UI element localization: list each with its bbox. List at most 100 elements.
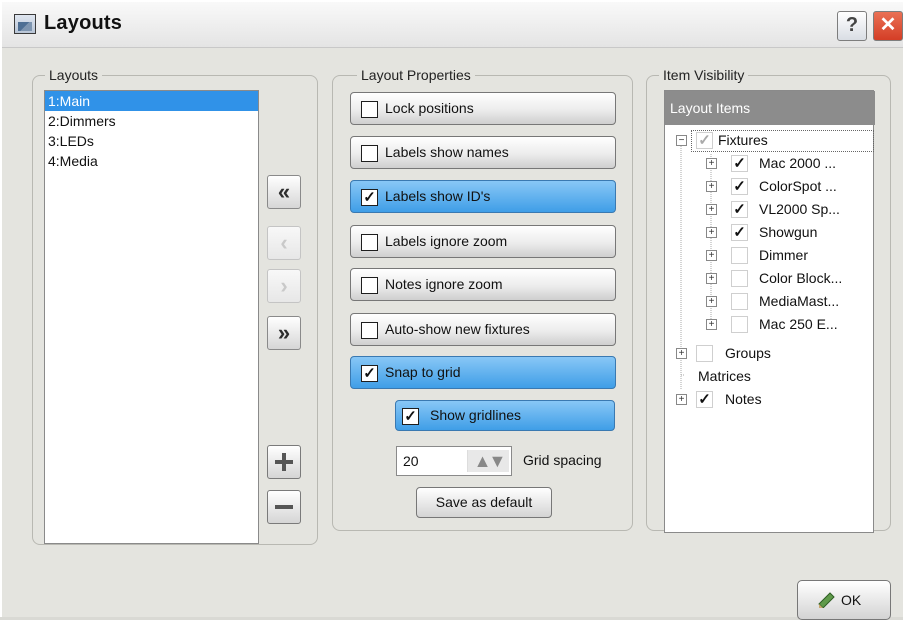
remove-layout-button[interactable]	[267, 490, 301, 524]
visibility-checkbox[interactable]: ✓	[696, 132, 713, 149]
layouts-app-icon	[14, 14, 36, 34]
visibility-checkbox[interactable]	[696, 345, 713, 362]
visibility-checkbox[interactable]	[731, 270, 748, 287]
title-bar: Layouts ? ✕	[2, 2, 903, 48]
show-gridlines-label: Show gridlines	[430, 407, 522, 423]
visibility-checkbox[interactable]: ✓	[731, 155, 748, 172]
tree-row[interactable]: + ✓ VL2000 Sp...	[665, 199, 875, 221]
expand-icon[interactable]: +	[676, 394, 687, 405]
tree-item-label: MediaMast...	[759, 293, 840, 309]
show-gridlines-toggle[interactable]: ✓ Show gridlines	[395, 400, 615, 431]
property-label: Auto-show new fixtures	[385, 321, 530, 337]
property-label: Labels show ID's	[385, 188, 491, 204]
property-label: Snap to grid	[385, 364, 461, 380]
item-visibility-label: Item Visibility	[659, 67, 749, 83]
move-first-button[interactable]: «	[267, 175, 301, 209]
property-checkbox[interactable]	[361, 322, 378, 339]
tree-row[interactable]: + MediaMast...	[665, 291, 875, 313]
layouts-dialog: Layouts ? ✕ Layouts 1:Main 2:Dimmers 3:LED…	[0, 0, 903, 620]
tree-item-label: Notes	[725, 391, 762, 407]
property-toggle[interactable]: ✓ Snap to grid	[350, 356, 616, 389]
visibility-checkbox[interactable]	[731, 316, 748, 333]
grid-spacing-stepper[interactable]: 20 ▲▼	[396, 446, 512, 476]
tree-row[interactable]: + Groups	[665, 343, 875, 365]
tree-item-label: Showgun	[759, 224, 818, 240]
collapse-icon[interactable]: −	[676, 135, 687, 146]
property-toggle[interactable]: ✓ Labels show ID's	[350, 180, 616, 213]
tree-row[interactable]: − ✓ Fixtures	[665, 130, 875, 152]
expand-icon[interactable]: +	[676, 348, 687, 359]
tree-item-label: Mac 2000 ...	[759, 155, 837, 171]
layout-items-tree[interactable]: Layout Items − ✓ Fixtures + ✓ Mac 2000 ... + ✓ C…	[664, 90, 875, 533]
tree-row[interactable]: + ✓ Notes	[665, 389, 875, 411]
tree-row[interactable]: + ✓ Mac 2000 ...	[665, 153, 875, 175]
property-checkbox[interactable]	[361, 101, 378, 118]
window-title: Layouts	[44, 12, 123, 34]
tree-row[interactable]: + Dimmer	[665, 245, 875, 267]
save-as-default-button[interactable]: Save as default	[416, 487, 552, 518]
property-toggle[interactable]: Labels show names	[350, 136, 616, 169]
property-checkbox[interactable]	[361, 145, 378, 162]
layouts-list[interactable]: 1:Main 2:Dimmers 3:LEDs 4:Media	[44, 90, 259, 544]
list-item[interactable]: 4:Media	[45, 151, 258, 171]
expand-icon[interactable]: +	[706, 158, 717, 169]
chevron-left-icon: ‹	[280, 230, 288, 255]
layouts-group-label: Layouts	[45, 67, 103, 83]
move-last-button[interactable]: »	[267, 316, 301, 350]
spin-arrows-icon[interactable]: ▲▼	[467, 450, 509, 472]
double-chevron-left-icon: «	[277, 179, 291, 204]
visibility-checkbox[interactable]	[731, 293, 748, 310]
property-toggle[interactable]: Auto-show new fixtures	[350, 313, 616, 346]
expand-icon[interactable]: +	[706, 181, 717, 192]
property-checkbox[interactable]	[361, 277, 378, 294]
tree-row[interactable]: + Mac 250 E...	[665, 314, 875, 336]
property-checkbox[interactable]: ✓	[361, 189, 378, 206]
property-checkbox[interactable]: ✓	[361, 365, 378, 382]
visibility-checkbox[interactable]: ✓	[696, 391, 713, 408]
expand-icon[interactable]: +	[706, 250, 717, 261]
property-label: Notes ignore zoom	[385, 276, 503, 292]
ok-button[interactable]: OK	[797, 580, 891, 620]
ok-label: OK	[841, 592, 862, 608]
property-toggle[interactable]: Notes ignore zoom	[350, 268, 616, 301]
tree-item-label: Groups	[725, 345, 771, 361]
tree-row[interactable]: + ✓ Showgun	[665, 222, 875, 244]
ok-pencil-icon	[818, 592, 835, 608]
double-chevron-right-icon: »	[277, 320, 291, 345]
close-button[interactable]: ✕	[873, 11, 903, 41]
property-toggle[interactable]: Lock positions	[350, 92, 616, 125]
tree-row[interactable]: Matrices	[665, 366, 875, 388]
expand-icon[interactable]: +	[706, 204, 717, 215]
move-next-button[interactable]: ›	[267, 269, 301, 303]
tree-row[interactable]: + ✓ ColorSpot ...	[665, 176, 875, 198]
expand-icon[interactable]: +	[706, 227, 717, 238]
tree-item-label: Dimmer	[759, 247, 808, 263]
move-previous-button[interactable]: ‹	[267, 226, 301, 260]
list-item[interactable]: 3:LEDs	[45, 131, 258, 151]
help-button[interactable]: ?	[837, 11, 867, 41]
list-item[interactable]: 1:Main	[45, 91, 258, 111]
property-label: Lock positions	[385, 100, 474, 116]
layout-properties-label: Layout Properties	[357, 67, 475, 83]
visibility-checkbox[interactable]: ✓	[731, 224, 748, 241]
property-toggle[interactable]: Labels ignore zoom	[350, 225, 616, 258]
tree-item-label: Color Block...	[759, 270, 843, 286]
visibility-checkbox[interactable]: ✓	[731, 201, 748, 218]
layout-items-header: Layout Items	[665, 91, 875, 125]
visibility-checkbox[interactable]	[731, 247, 748, 264]
expand-icon[interactable]: +	[706, 273, 717, 284]
add-layout-button[interactable]	[267, 445, 301, 479]
tree-row[interactable]: + Color Block...	[665, 268, 875, 290]
tree-item-label: ColorSpot ...	[759, 178, 837, 194]
grid-spacing-value[interactable]: 20	[403, 453, 419, 469]
visibility-checkbox[interactable]: ✓	[731, 178, 748, 195]
expand-icon[interactable]: +	[706, 296, 717, 307]
show-gridlines-checkbox[interactable]: ✓	[402, 408, 419, 425]
expand-icon[interactable]: +	[706, 319, 717, 330]
property-label: Labels show names	[385, 144, 509, 160]
grid-spacing-label: Grid spacing	[523, 452, 602, 468]
list-item[interactable]: 2:Dimmers	[45, 111, 258, 131]
tree-item-label: Mac 250 E...	[759, 316, 838, 332]
tree-item-label: VL2000 Sp...	[759, 201, 840, 217]
property-checkbox[interactable]	[361, 234, 378, 251]
